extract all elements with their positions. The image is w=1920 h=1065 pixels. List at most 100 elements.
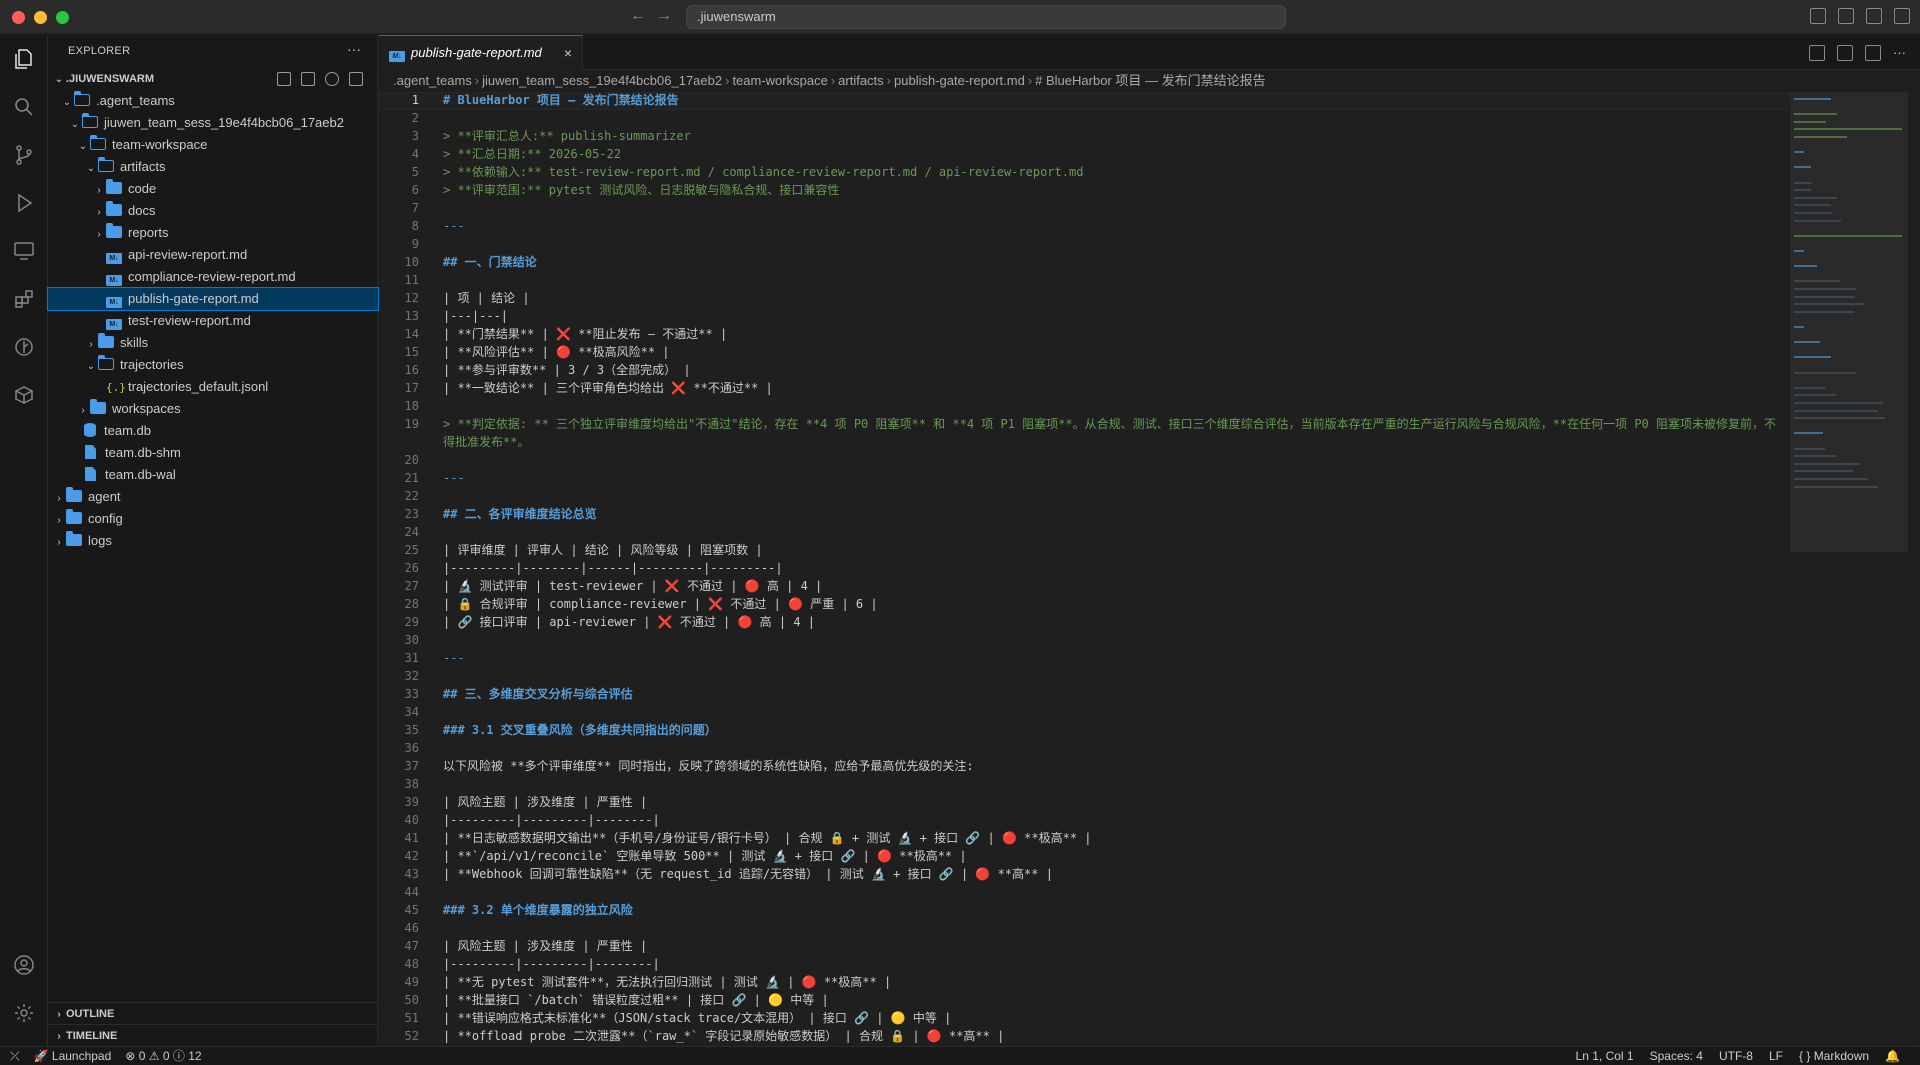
new-folder-icon[interactable] [301,72,315,86]
code-line[interactable]: ## 二、各评审维度结论总览 [443,505,1783,523]
source-control-icon[interactable] [12,143,36,167]
code-line[interactable]: | **Webhook 回调可靠性缺陷**（无 request_id 追踪/无容… [443,865,1783,883]
code-line[interactable]: --- [443,469,1783,487]
code-line[interactable]: | **错误响应格式未标准化**（JSON/stack trace/文本混用） … [443,1009,1783,1027]
code-line[interactable]: | **一致结论** | 三个评审角色均给出 ❌ **不通过** | [443,379,1783,397]
minimap-viewport[interactable] [1790,92,1908,552]
breadcrumb-item[interactable]: # BlueHarbor 项目 — 发布门禁结论报告 [1035,73,1265,88]
code-line[interactable]: ### 3.2 单个维度暴露的独立风险 [443,901,1783,919]
code-line[interactable]: | 项 | 结论 | [443,289,1783,307]
code-line[interactable]: > **判定依据: ** 三个独立评审维度均给出"不通过"结论，存在 **4 项… [443,415,1783,451]
tree-item[interactable]: M↓ compliance-review-report.md [48,266,378,288]
cursor-position[interactable]: Ln 1, Col 1 [1576,1047,1634,1065]
settings-gear-icon[interactable] [12,1001,36,1025]
code-line[interactable]: | **无 pytest 测试套件**，无法执行回归测试 | 测试 🔬 | 🔴 … [443,973,1783,991]
timeline-section[interactable]: › TIMELINE [48,1024,378,1046]
code-line[interactable]: 以下风险被 **多个评审维度** 同时指出，反映了跨领域的系统性缺陷，应给予最高… [443,757,1783,775]
tree-item[interactable]: › logs [48,530,378,552]
code-line[interactable]: | **offload probe 二次泄露**（`raw_*` 字段记录原始敏… [443,1027,1783,1045]
minimap[interactable] [1790,92,1910,1046]
minimize-window-button[interactable] [34,11,47,24]
end-of-line[interactable]: LF [1769,1047,1783,1065]
encoding[interactable]: UTF-8 [1719,1047,1753,1065]
split-editor-icon[interactable] [1865,45,1881,61]
tree-item[interactable]: › skills [48,332,378,354]
code-line[interactable]: | 🔒 合规评审 | compliance-reviewer | ❌ 不通过 |… [443,595,1783,613]
launchpad-item[interactable]: 🚀 Launchpad [34,1047,112,1065]
close-window-button[interactable] [12,11,25,24]
back-arrow-icon[interactable]: ← [630,7,646,25]
notifications-bell-icon[interactable]: 🔔 [1885,1047,1900,1065]
tree-item[interactable]: › config [48,508,378,530]
account-icon[interactable] [12,953,36,977]
tree-item[interactable]: {.} trajectories_default.jsonl [48,376,378,398]
overview-ruler[interactable] [1914,92,1920,1046]
code-line[interactable]: ## 三、多维度交叉分析与综合评估 [443,685,1783,703]
tree-item[interactable]: ⌄ .agent_teams [48,90,378,112]
toggle-sidebar-icon[interactable] [1838,8,1854,24]
language-mode[interactable]: { } Markdown [1799,1047,1869,1065]
tab-publish-gate-report[interactable]: M↓ publish-gate-report.md × [379,35,583,70]
tree-item[interactable]: M↓ api-review-report.md [48,244,378,266]
tree-item[interactable]: ⌄ trajectories [48,354,378,376]
code-editor[interactable]: 1 2 3 4 5 6 7 8 9 10 11 12 13 14 15 16 17 18 19 20 21 22 23 24 2… [379,92,1789,1046]
code-line[interactable]: | 风险主题 | 涉及维度 | 严重性 | [443,937,1783,955]
refresh-icon[interactable] [325,72,339,86]
containers-icon[interactable] [12,383,36,407]
code-line[interactable]: | 🔗 接口评审 | api-reviewer | ❌ 不通过 | 🔴 高 | … [443,613,1783,631]
code-line[interactable]: --- [443,217,1783,235]
tree-item[interactable]: ⌄ artifacts [48,156,378,178]
code-line[interactable]: > **汇总日期:** 2026-05-22 [443,145,1783,163]
code-line[interactable]: # BlueHarbor 项目 — 发布门禁结论报告 [443,92,1783,109]
outline-section[interactable]: › OUTLINE [48,1002,378,1024]
command-center-search[interactable]: .jiuwenswarm [686,5,1286,29]
code-line[interactable]: ### 3.1 交叉重叠风险（多维度共同指出的问题） [443,721,1783,739]
tree-item[interactable]: › agent [48,486,378,508]
tree-item[interactable]: ⌄ team-workspace [48,134,378,156]
code-line[interactable]: | **日志敏感数据明文输出**（手机号/身份证号/银行卡号） | 合规 🔒 +… [443,829,1783,847]
run-debug-icon[interactable] [12,191,36,215]
explorer-more-actions[interactable]: ··· [347,41,361,57]
remote-explorer-icon[interactable] [12,239,36,263]
code-line[interactable]: > **依赖输入:** test-review-report.md / comp… [443,163,1783,181]
problems-indicator[interactable]: ⊗ 0 ⚠ 0 ⓘ 12 [125,1047,201,1065]
remote-indicator-icon[interactable]: ⤫ [10,1047,20,1065]
tree-item[interactable]: › code [48,178,378,200]
code-line[interactable]: | 🔬 测试评审 | test-reviewer | ❌ 不通过 | 🔴 高 |… [443,577,1783,595]
breadcrumb-item[interactable]: team-workspace [732,73,827,88]
tree-item[interactable]: ⌄ jiuwen_team_sess_19e4f4bcb06_17aeb2 [48,112,378,134]
breadcrumb-item[interactable]: publish-gate-report.md [894,73,1025,88]
toggle-secondary-sidebar-icon[interactable] [1894,8,1910,24]
forward-arrow-icon[interactable]: → [656,7,672,25]
open-preview-side-icon[interactable] [1837,45,1853,61]
tree-item[interactable]: team.db-wal [48,464,378,486]
customize-layout-icon[interactable] [1810,8,1826,24]
explorer-icon[interactable] [12,47,36,71]
breadcrumb-item[interactable]: jiuwen_team_sess_19e4f4bcb06_17aeb2 [482,73,722,88]
close-tab-icon[interactable]: × [564,36,572,70]
maximize-window-button[interactable] [56,11,69,24]
editor-more-actions-icon[interactable]: ··· [1893,45,1906,61]
code-line[interactable]: |---------|---------|--------| [443,811,1783,829]
code-line[interactable]: > **评审汇总人:** publish-summarizer [443,127,1783,145]
code-line[interactable]: |---------|---------|--------| [443,955,1783,973]
tree-item[interactable]: team.db-shm [48,442,378,464]
open-preview-icon[interactable] [1809,45,1825,61]
code-line[interactable]: | 评审维度 | 评审人 | 结论 | 风险等级 | 阻塞项数 | [443,541,1783,559]
code-line[interactable]: --- [443,649,1783,667]
breadcrumb-item[interactable]: .agent_teams [393,73,472,88]
tree-item[interactable]: M↓ publish-gate-report.md [47,287,379,311]
code-line[interactable]: | **批量接口 `/batch` 错误粒度过粗** | 接口 🔗 | 🟡 中等… [443,991,1783,1009]
code-line[interactable]: | **参与评审数** | 3 / 3（全部完成） | [443,361,1783,379]
toggle-panel-icon[interactable] [1866,8,1882,24]
code-line[interactable]: | **风险评估** | 🔴 **极高风险** | [443,343,1783,361]
tree-item[interactable]: › docs [48,200,378,222]
tree-item[interactable]: M↓ test-review-report.md [48,310,378,332]
code-line[interactable]: |---|---| [443,307,1783,325]
code-line[interactable]: |---------|--------|------|---------|---… [443,559,1783,577]
extensions-icon[interactable] [12,287,36,311]
code-line[interactable]: | **`/api/v1/reconcile` 空账单导致 500** | 测试… [443,847,1783,865]
indentation[interactable]: Spaces: 4 [1650,1047,1703,1065]
collapse-all-icon[interactable] [349,72,363,86]
search-icon[interactable] [12,95,36,119]
